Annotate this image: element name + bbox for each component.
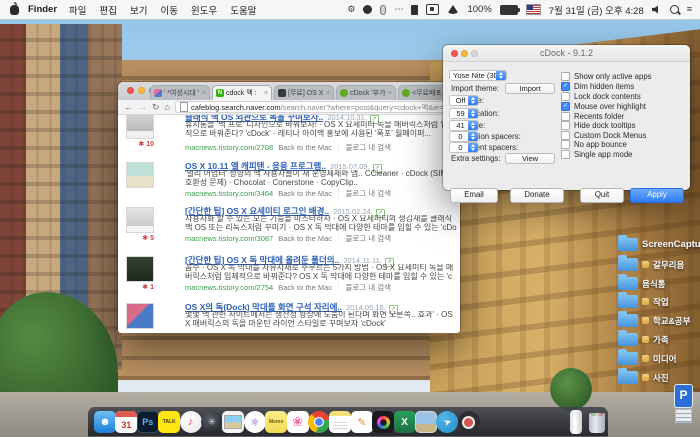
chrome-icon[interactable] bbox=[308, 411, 330, 433]
folder-icon bbox=[618, 333, 638, 346]
battery-percentage: 100% bbox=[467, 4, 491, 15]
pages-icon[interactable]: ✎ bbox=[351, 411, 373, 433]
apple-menu-icon[interactable] bbox=[10, 5, 19, 15]
menu-item-3[interactable]: 이동 bbox=[160, 3, 177, 17]
thumbs-up-icon bbox=[642, 374, 649, 381]
wifi-icon[interactable] bbox=[447, 5, 459, 14]
desktop-folder-3[interactable]: 작업 bbox=[618, 295, 669, 308]
menu-item-4[interactable]: 윈도우 bbox=[191, 3, 217, 17]
folder-label: 음식통 bbox=[642, 278, 665, 290]
calendar-icon[interactable]: 31 bbox=[115, 411, 137, 433]
menu-items: 파일 편집 보기 이동 윈도우 도움말 bbox=[69, 3, 256, 17]
telegram-icon[interactable]: ➤ bbox=[436, 411, 458, 433]
steering-wheel-icon-glyph: ✳ bbox=[208, 417, 216, 428]
stickies-memo-icon-glyph: Memo bbox=[269, 419, 283, 425]
more-icon[interactable]: ⋯ bbox=[394, 5, 403, 14]
thumbs-up-icon bbox=[642, 336, 649, 343]
desktop-folder-6[interactable]: 미디어 bbox=[618, 352, 676, 365]
photoshop-icon[interactable]: Ps bbox=[137, 411, 159, 433]
dock: ☻31PsTALK♪✳⚛Memo❀✎X➤❖ bbox=[88, 407, 608, 437]
volume-icon[interactable] bbox=[652, 5, 662, 14]
menu-clock[interactable]: 7월 31일 (금) 오후 4:28 bbox=[549, 3, 644, 17]
menu-bar: Finder 파일 편집 보기 이동 윈도우 도움말 ⚙ ⋯ 100% 7월 31일 (금… bbox=[0, 0, 700, 20]
spotlight-icon[interactable] bbox=[670, 5, 679, 14]
notification-center-icon[interactable]: ≡ bbox=[687, 5, 692, 14]
menu-item-2[interactable]: 보기 bbox=[130, 3, 147, 17]
folder-label: 갈무리음 bbox=[653, 259, 684, 271]
desktop-folder-0[interactable]: ScreenCapture bbox=[618, 238, 700, 251]
folder-label: 작업 bbox=[653, 296, 669, 308]
folder-icon bbox=[618, 295, 638, 308]
tab-close-icon[interactable]: × bbox=[264, 90, 268, 97]
excel-icon-glyph: X bbox=[401, 417, 408, 428]
folder-icon bbox=[618, 238, 638, 251]
folder-label: 사진 bbox=[653, 372, 669, 384]
folder-icon bbox=[618, 352, 638, 365]
app-circle-icon[interactable] bbox=[363, 5, 372, 14]
mic-icon[interactable] bbox=[380, 5, 386, 15]
pages-icon-glyph: ✎ bbox=[357, 416, 366, 429]
photos-icon-glyph: ❀ bbox=[292, 414, 303, 430]
itunes-icon[interactable]: ♪ bbox=[180, 411, 202, 433]
stickies-memo-icon[interactable]: Memo bbox=[265, 411, 287, 433]
input-source-icon[interactable] bbox=[426, 4, 439, 15]
menu-item-1[interactable]: 편집 bbox=[100, 3, 117, 17]
folder-icon bbox=[618, 277, 638, 290]
itunes-icon-glyph: ♪ bbox=[188, 416, 194, 428]
naver-favicon: N bbox=[216, 89, 224, 97]
folder-label: ScreenCapture bbox=[642, 239, 700, 250]
status-area: ⚙ ⋯ 100% 7월 31일 (금) 오후 4:28 ≡ bbox=[347, 3, 700, 17]
gear-icon[interactable]: ⚙ bbox=[347, 5, 355, 14]
kakaotalk-icon[interactable]: TALK bbox=[158, 411, 180, 433]
browser-tab[interactable]: N cdock 맥 : × bbox=[212, 85, 272, 100]
telegram-icon-glyph: ➤ bbox=[442, 416, 453, 429]
desktop-folder-7[interactable]: 사진 bbox=[618, 371, 669, 384]
steering-wheel-icon[interactable]: ✳ bbox=[201, 411, 223, 433]
thumbs-up-icon bbox=[642, 298, 649, 305]
desktop-folder-4[interactable]: 학교&공부 bbox=[618, 314, 690, 327]
excel-icon[interactable]: X bbox=[394, 411, 416, 433]
bookmark-icon[interactable] bbox=[411, 5, 418, 15]
menu-item-0[interactable]: 파일 bbox=[69, 3, 86, 17]
active-app-name[interactable]: Finder bbox=[28, 4, 57, 15]
desktop-folder-5[interactable]: 가족 bbox=[618, 333, 669, 346]
folder-label: 미디어 bbox=[653, 353, 676, 365]
desktop-folder-1[interactable]: 갈무리음 bbox=[618, 258, 684, 271]
folder-icon bbox=[618, 314, 638, 327]
trash-icon[interactable] bbox=[589, 413, 605, 433]
thumbs-up-icon bbox=[642, 355, 649, 362]
desktop: P ScreenCapture 갈무리음 음식통 작업 학교&공부 가족 미디어… bbox=[0, 0, 700, 437]
screen-recorder-icon[interactable] bbox=[458, 411, 480, 433]
finder-icon-glyph: ☻ bbox=[99, 416, 111, 428]
battery-icon[interactable] bbox=[500, 5, 518, 15]
image-file-icon[interactable] bbox=[415, 411, 437, 433]
folder-icon bbox=[618, 258, 638, 271]
us-flag-icon[interactable] bbox=[526, 4, 541, 15]
folder-icon bbox=[618, 371, 638, 384]
photos-icon[interactable]: ❀ bbox=[287, 411, 309, 433]
finder-icon[interactable]: ☻ bbox=[94, 411, 116, 433]
photoscape-icon[interactable] bbox=[372, 411, 394, 433]
thumbs-up-icon bbox=[642, 317, 649, 324]
calendar-icon-glyph: 31 bbox=[121, 415, 131, 430]
folder-label: 가족 bbox=[653, 334, 669, 346]
desktop-folder-list: ScreenCapture 갈무리음 음식통 작업 학교&공부 가족 미디어 사… bbox=[0, 0, 700, 437]
notes-icon[interactable] bbox=[329, 411, 351, 433]
thumbs-up-icon bbox=[642, 261, 649, 268]
preview-icon[interactable] bbox=[222, 411, 244, 433]
menu-item-5[interactable]: 도움말 bbox=[230, 3, 256, 17]
desktop-folder-2[interactable]: 음식통 bbox=[618, 277, 665, 290]
kakaotalk-icon-glyph: TALK bbox=[163, 419, 176, 425]
atom-app-icon[interactable]: ⚛ bbox=[244, 411, 266, 433]
atom-app-icon-glyph: ⚛ bbox=[250, 416, 260, 429]
folder-label: 학교&공부 bbox=[653, 315, 690, 327]
white-device-icon[interactable] bbox=[570, 410, 582, 434]
tab-label: cdock 맥 : bbox=[226, 88, 263, 98]
photoshop-icon-glyph: Ps bbox=[142, 417, 153, 427]
